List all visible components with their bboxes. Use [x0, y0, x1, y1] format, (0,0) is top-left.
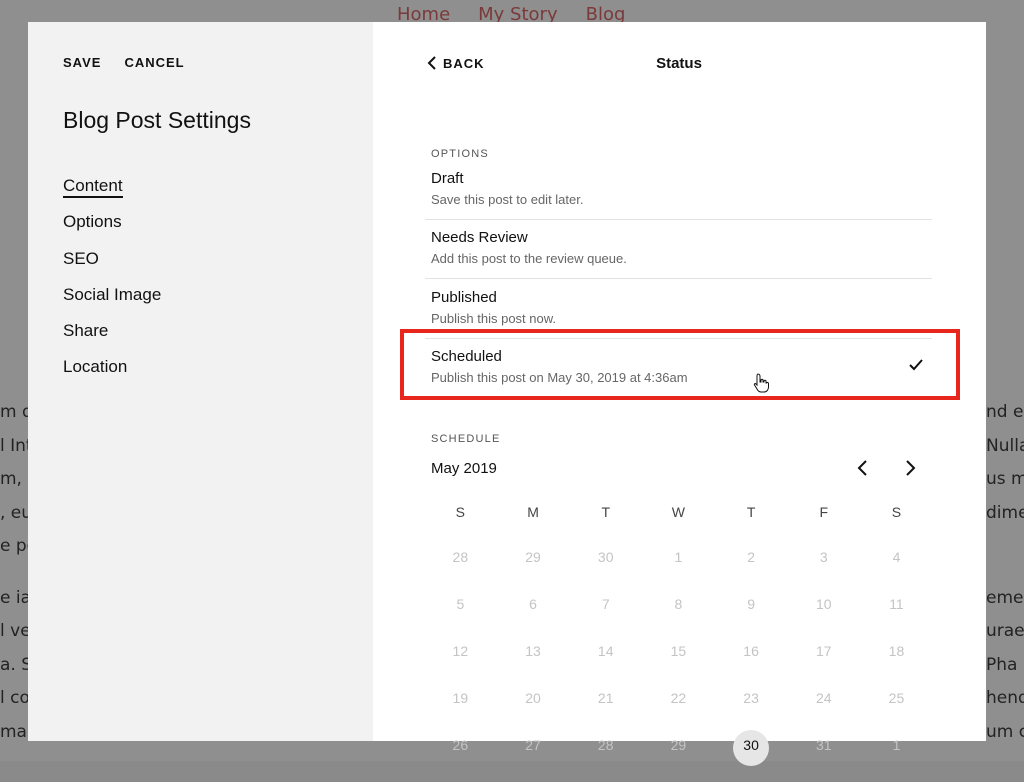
bg-text-line: Nulla — [986, 435, 1024, 456]
option-description: Save this post to edit later. — [431, 192, 584, 207]
nav-item-label: SEO — [63, 248, 99, 268]
bg-text-line: l Inte — [0, 435, 28, 456]
nav-item-social-image[interactable]: Social Image — [63, 283, 161, 319]
bg-text-line: hend — [986, 688, 1024, 708]
settings-nav: Content Options SEO Social Image Share L… — [63, 174, 161, 392]
option-scheduled[interactable]: Scheduled Publish this post on May 30, 2… — [425, 338, 932, 398]
bg-text-line: ma — [0, 721, 27, 742]
option-title: Published — [431, 289, 497, 306]
bg-text-line: Pha — [986, 654, 1018, 675]
bg-text-line: emen — [986, 587, 1024, 608]
bg-text-line: nd eu — [986, 402, 1024, 422]
settings-sidebar: SAVE CANCEL Blog Post Settings Content O… — [28, 22, 373, 741]
bg-text-line: a. Se — [0, 654, 28, 675]
bg-text-line: m, u — [0, 469, 28, 489]
background-text-right: nd eu Nulla us m dime emen urae Pha hend… — [986, 396, 1024, 749]
option-description: Add this post to the review queue. — [431, 251, 627, 266]
option-published[interactable]: Published Publish this post now. — [425, 279, 932, 339]
bg-text-line: , eu — [0, 502, 28, 523]
save-button[interactable]: SAVE — [63, 55, 101, 70]
bg-text-line: dime — [986, 502, 1024, 523]
chevron-left-icon[interactable] — [855, 459, 871, 477]
nav-item-content[interactable]: Content — [63, 174, 161, 210]
nav-item-location[interactable]: Location — [63, 355, 161, 391]
nav-item-options[interactable]: Options — [63, 210, 161, 246]
option-title: Needs Review — [431, 229, 528, 246]
background-text-left: m do l Inte m, u , eu e po e iac l ver a… — [0, 396, 28, 749]
back-label: BACK — [443, 55, 485, 71]
bg-text-line: m do — [0, 402, 28, 422]
chevron-right-icon[interactable] — [902, 459, 918, 477]
bg-text-line: e iac — [0, 587, 28, 608]
nav-item-label: Location — [63, 357, 128, 377]
cancel-button[interactable]: CANCEL — [124, 55, 184, 70]
panel-title: Blog Post Settings — [63, 107, 251, 133]
option-needs-review[interactable]: Needs Review Add this post to the review… — [425, 219, 932, 279]
nav-item-label: Social Image — [63, 284, 162, 304]
option-draft[interactable]: Draft Save this post to edit later. — [425, 160, 932, 220]
nav-item-label: Share — [63, 321, 109, 341]
nav-item-seo[interactable]: SEO — [63, 247, 161, 283]
option-description: Publish this post now. — [431, 311, 557, 326]
bg-text-line: l ver — [0, 621, 28, 641]
bg-text-line: l cor — [0, 688, 28, 708]
bg-text-line: us m — [986, 469, 1024, 489]
bg-text-line: urae — [986, 621, 1024, 641]
option-description: Publish this post on May 30, 2019 at 4:3… — [431, 370, 688, 385]
modal-actions: SAVE CANCEL — [63, 55, 185, 70]
nav-item-label: Options — [63, 212, 122, 232]
back-button[interactable]: BACK — [426, 55, 485, 71]
option-title: Draft — [431, 170, 464, 187]
nav-item-share[interactable]: Share — [63, 319, 161, 355]
option-title: Scheduled — [431, 348, 502, 365]
chevron-left-icon — [427, 56, 436, 70]
bg-text-line — [986, 530, 1024, 564]
bg-text-line: e po — [0, 536, 28, 556]
checkmark-icon — [909, 359, 923, 371]
bg-text-line: um c — [986, 721, 1024, 742]
nav-item-label: Content — [63, 176, 123, 198]
